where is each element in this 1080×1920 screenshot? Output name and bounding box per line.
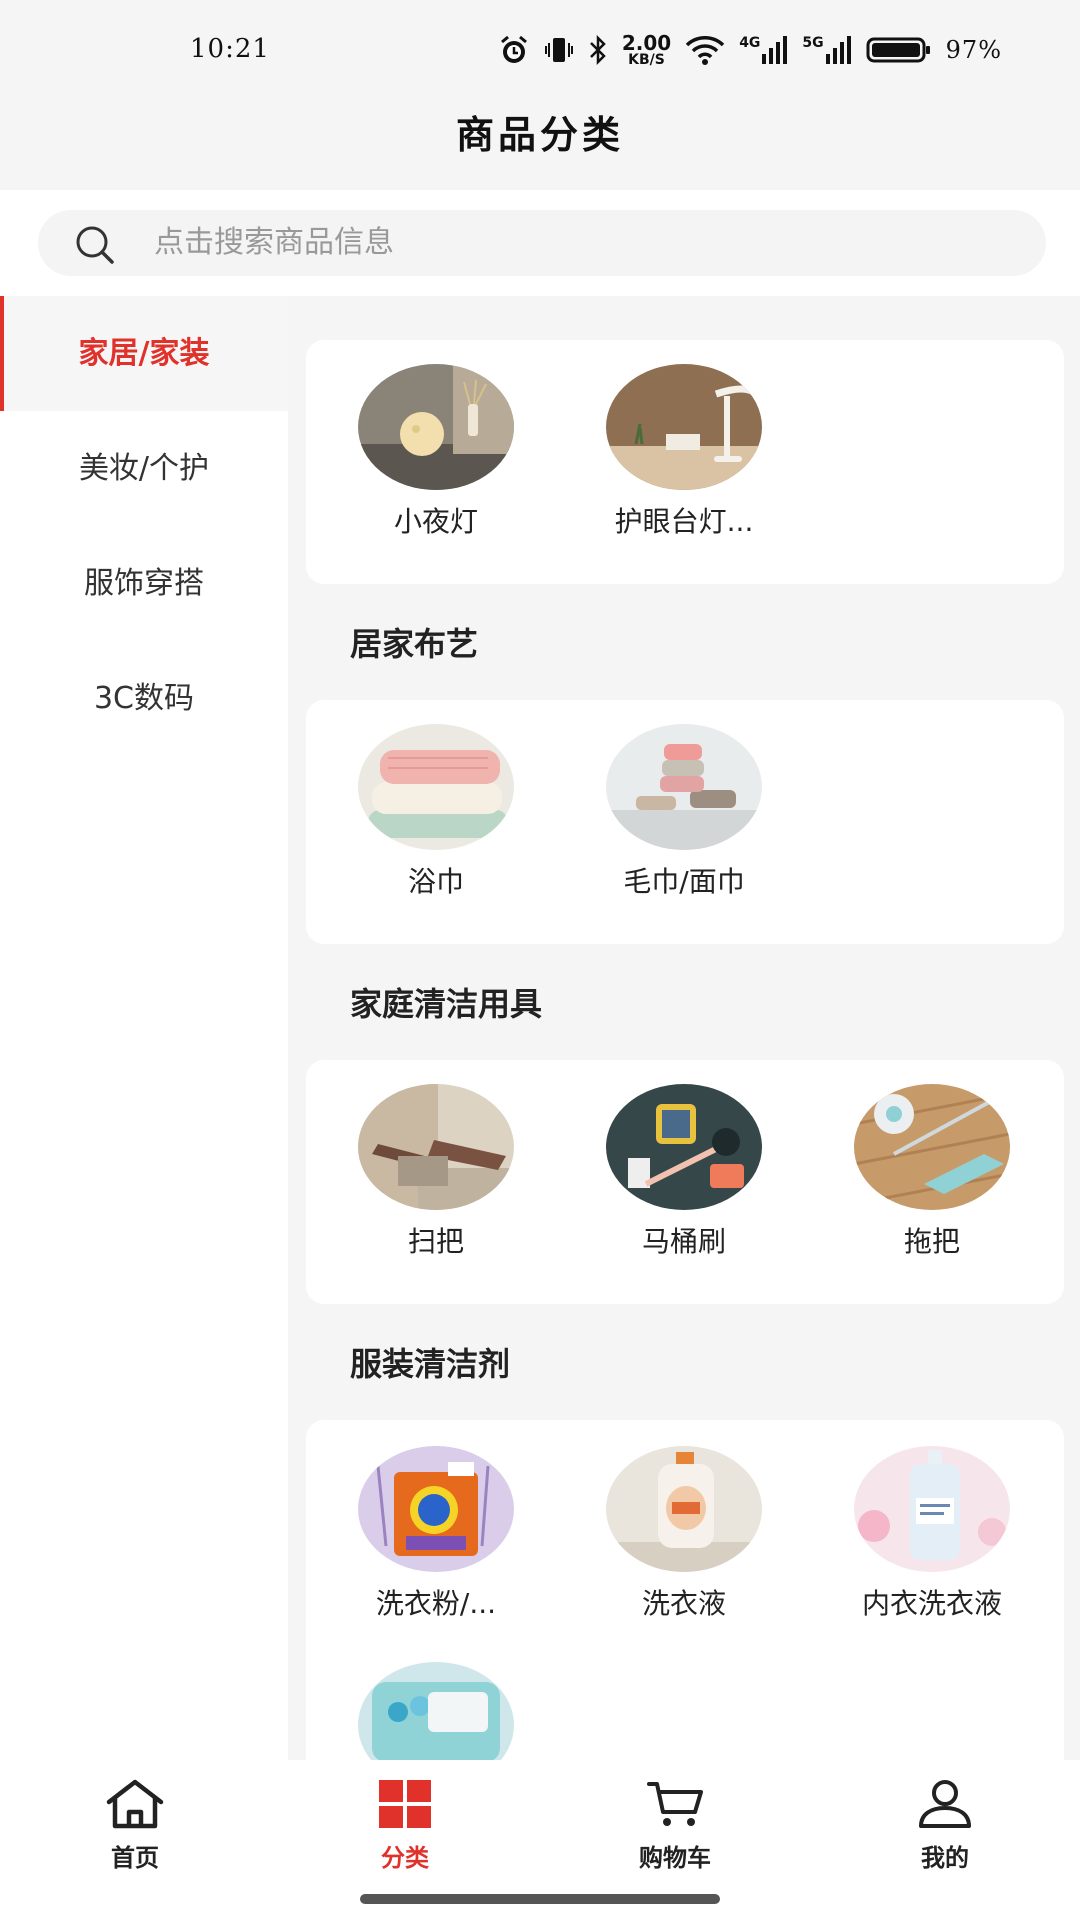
search-placeholder: 点击搜索商品信息 <box>154 225 394 260</box>
category-item-desk-lamp[interactable]: 护眼台灯... <box>564 364 804 540</box>
category-content: 小夜灯 护眼台灯... 居家布艺 浴巾 毛巾/面巾 家庭清洁用具 扫把 马桶刷 … <box>288 296 1080 1760</box>
search-icon <box>76 226 114 264</box>
user-icon <box>919 1780 971 1828</box>
category-card: 小夜灯 护眼台灯... <box>306 340 1064 584</box>
net-speed-value: 2.00 <box>621 31 672 55</box>
category-item-toilet-brush[interactable]: 马桶刷 <box>564 1084 804 1260</box>
section-title: 服装清洁剂 <box>350 1345 511 1383</box>
signal-4g-label: 4G <box>739 35 761 51</box>
page-title: 商品分类 <box>455 113 624 157</box>
category-sidebar: 家居/家装 美妆/个护 服饰穿搭 3C数码 <box>0 296 288 1760</box>
category-item-mop[interactable]: 拖把 <box>812 1084 1052 1260</box>
category-item-label: 内衣洗衣液 <box>861 1587 1002 1620</box>
face-towel-image <box>606 724 762 850</box>
category-item-label: 浴巾 <box>407 865 464 898</box>
nav-profile[interactable]: 我的 <box>845 1778 1045 1873</box>
category-item-label: 马桶刷 <box>641 1225 726 1258</box>
sidebar-item-beauty[interactable]: 美妆/个护 <box>0 411 288 526</box>
category-item-laundry-pods[interactable] <box>316 1662 556 1760</box>
nav-label: 我的 <box>921 1844 969 1872</box>
laundry-powder-image <box>358 1446 514 1572</box>
nav-category[interactable]: 分类 <box>305 1778 505 1873</box>
category-card: 洗衣粉/... 洗衣液 内衣洗衣液 <box>306 1420 1064 1760</box>
category-item-underwear-detergent[interactable]: 内衣洗衣液 <box>812 1446 1052 1622</box>
sidebar-item-3c-digital[interactable]: 3C数码 <box>0 641 288 756</box>
mop-image <box>854 1084 1010 1210</box>
signal-5g: 5G <box>802 36 851 64</box>
signal-bars-icon <box>825 36 851 64</box>
nav-label: 购物车 <box>639 1844 711 1872</box>
category-item-bath-towel[interactable]: 浴巾 <box>316 724 556 900</box>
signal-5g-label: 5G <box>802 35 824 51</box>
status-bar: 10:21 2.00 KB/S 4G 5G 97% <box>0 0 1080 100</box>
category-item-label: 小夜灯 <box>393 505 478 538</box>
nav-cart[interactable]: 购物车 <box>575 1778 775 1873</box>
net-speed-unit: KB/S <box>628 52 665 68</box>
sidebar-item-home-decor[interactable]: 家居/家装 <box>0 296 288 411</box>
vibrate-icon <box>544 38 573 62</box>
desk-lamp-image <box>606 364 762 490</box>
app-screen: 10:21 2.00 KB/S 4G 5G 97% 商品分类 点击搜索商品信息 … <box>0 0 1080 1920</box>
broom-image <box>358 1084 514 1210</box>
bath-towel-image <box>358 724 514 850</box>
search-input[interactable]: 点击搜索商品信息 <box>38 210 1046 276</box>
nav-label: 分类 <box>381 1844 429 1872</box>
section-title: 家庭清洁用具 <box>350 985 543 1023</box>
wifi-icon <box>685 36 725 65</box>
home-indicator[interactable] <box>360 1894 720 1904</box>
category-item-laundry-liquid[interactable]: 洗衣液 <box>564 1446 804 1622</box>
category-card: 扫把 马桶刷 拖把 <box>306 1060 1064 1304</box>
bluetooth-icon <box>589 34 606 66</box>
category-item-label: 洗衣粉/... <box>375 1587 497 1620</box>
sidebar-item-apparel[interactable]: 服饰穿搭 <box>0 526 288 641</box>
category-item-label: 护眼台灯... <box>614 505 754 538</box>
night-light-image <box>358 364 514 490</box>
underwear-detergent-image <box>854 1446 1010 1572</box>
category-item-label: 扫把 <box>407 1225 464 1258</box>
laundry-liquid-image <box>606 1446 762 1572</box>
cart-icon <box>647 1782 703 1826</box>
battery-icon <box>866 37 930 63</box>
status-icons: 2.00 KB/S 4G 5G 97% <box>498 30 1002 70</box>
category-card: 浴巾 毛巾/面巾 <box>306 700 1064 944</box>
category-item-face-towel[interactable]: 毛巾/面巾 <box>564 724 804 900</box>
category-item-night-light[interactable]: 小夜灯 <box>316 364 556 540</box>
section-title: 居家布艺 <box>350 625 479 663</box>
category-item-broom[interactable]: 扫把 <box>316 1084 556 1260</box>
net-speed: 2.00 KB/S <box>622 33 671 67</box>
category-item-label: 毛巾/面巾 <box>623 865 745 898</box>
category-item-laundry-powder[interactable]: 洗衣粉/... <box>316 1446 556 1622</box>
alarm-icon <box>500 35 527 63</box>
category-item-label: 洗衣液 <box>641 1587 726 1620</box>
signal-bars-icon <box>762 36 788 64</box>
battery-level: 97% <box>945 36 1002 64</box>
search-bar: 点击搜索商品信息 <box>0 190 1080 296</box>
signal-4g: 4G <box>739 36 788 64</box>
home-icon <box>106 1779 164 1829</box>
toilet-brush-image <box>606 1084 762 1210</box>
nav-label: 首页 <box>111 1844 159 1872</box>
status-time: 10:21 <box>190 34 270 64</box>
laundry-pods-image <box>358 1662 514 1760</box>
category-item-label: 拖把 <box>903 1225 960 1258</box>
nav-home[interactable]: 首页 <box>35 1778 235 1873</box>
header: 商品分类 <box>0 100 1080 190</box>
category-icon <box>379 1780 431 1828</box>
